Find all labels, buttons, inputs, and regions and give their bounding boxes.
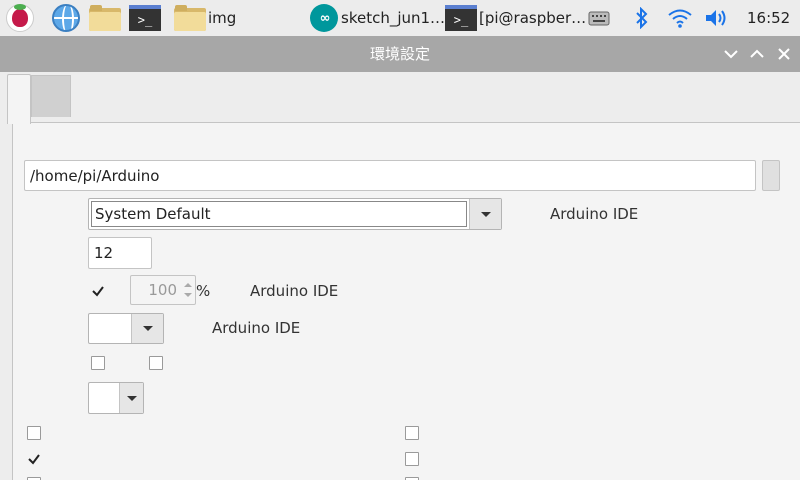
raspberry-pi-icon [6,4,34,32]
taskbar-item-arduino-sketch[interactable]: ∞ sketch_jun1… [310,0,445,36]
option-checkbox[interactable] [149,356,163,370]
checkmark-icon [92,286,104,297]
keyboard-button[interactable] [588,0,610,36]
language-value: System Default [91,201,467,227]
close-icon [778,48,790,60]
spin-up-icon[interactable] [184,283,192,287]
web-browser-button[interactable] [52,0,80,36]
close-button[interactable] [773,36,795,72]
tab-primary[interactable] [7,74,31,124]
chevron-up-icon [750,49,764,58]
option-checkbox[interactable] [405,426,419,440]
taskbar-item-label: sketch_jun1… [341,9,446,27]
wifi-icon [668,9,692,28]
theme-value [89,314,131,343]
checkmark-icon [28,454,40,465]
globe-icon [52,4,80,32]
clock[interactable]: 16:52 [747,0,790,36]
terminal-icon: >_ [129,5,161,31]
scale-unit: % [196,282,211,300]
language-note: Arduino IDE [550,205,639,223]
terminal-icon: >_ [445,5,477,31]
language-dropdown-button[interactable] [469,199,501,229]
raspberry-menu-button[interactable] [6,0,34,36]
taskbar-item-label: [pi@raspber… [479,9,587,27]
taskbar-item-img[interactable]: img [174,0,236,36]
option-checkbox[interactable] [91,356,105,370]
chevron-down-icon [724,50,738,59]
bluetooth-icon [636,7,648,29]
clock-text: 16:52 [747,9,791,27]
scale-spinner[interactable]: 100 [130,275,196,305]
volume-button[interactable] [704,0,728,36]
font-size-input[interactable]: 12 [88,237,152,269]
folder-icon [174,5,206,31]
language-select[interactable]: System Default [88,198,502,230]
option-checkbox[interactable] [27,426,41,440]
tab-secondary[interactable] [31,75,71,117]
maximize-button[interactable] [746,36,768,72]
folder-icon [89,5,121,31]
bluetooth-button[interactable] [635,0,649,36]
scale-note: Arduino IDE [250,282,339,300]
speaker-icon [706,10,726,26]
terminal-button[interactable]: >_ [129,0,161,36]
spin-down-icon[interactable] [184,293,192,297]
keyboard-icon [588,11,610,26]
file-manager-button[interactable] [89,0,121,36]
option-select[interactable] [88,382,144,414]
chevron-down-icon [126,395,137,401]
scale-auto-checkbox[interactable] [91,284,105,298]
arduino-icon: ∞ [310,4,338,32]
theme-dropdown-button[interactable] [131,314,163,343]
minimize-button[interactable] [720,36,742,72]
option-value [89,383,119,413]
option-checkbox[interactable] [405,452,419,466]
option-dropdown-button[interactable] [119,383,143,413]
taskbar-item-label: img [208,9,237,27]
chevron-down-icon [142,326,153,331]
taskbar-item-terminal-window[interactable]: >_ [pi@raspber… [445,0,586,36]
theme-select[interactable] [88,313,164,344]
window-titlebar[interactable]: 環境設定 [0,36,800,72]
chevron-down-icon [480,211,491,217]
sketchbook-path-input[interactable]: /home/pi/Arduino [24,160,756,191]
wifi-button[interactable] [667,0,693,36]
taskbar: >_ img ∞ sketch_jun1… >_ [pi@raspber… 16… [0,0,800,36]
theme-note: Arduino IDE [212,319,301,337]
window-title: 環境設定 [369,45,430,63]
browse-button[interactable] [762,160,780,191]
option-checkbox-checked[interactable] [27,452,41,466]
scale-value: 100 [148,281,177,299]
